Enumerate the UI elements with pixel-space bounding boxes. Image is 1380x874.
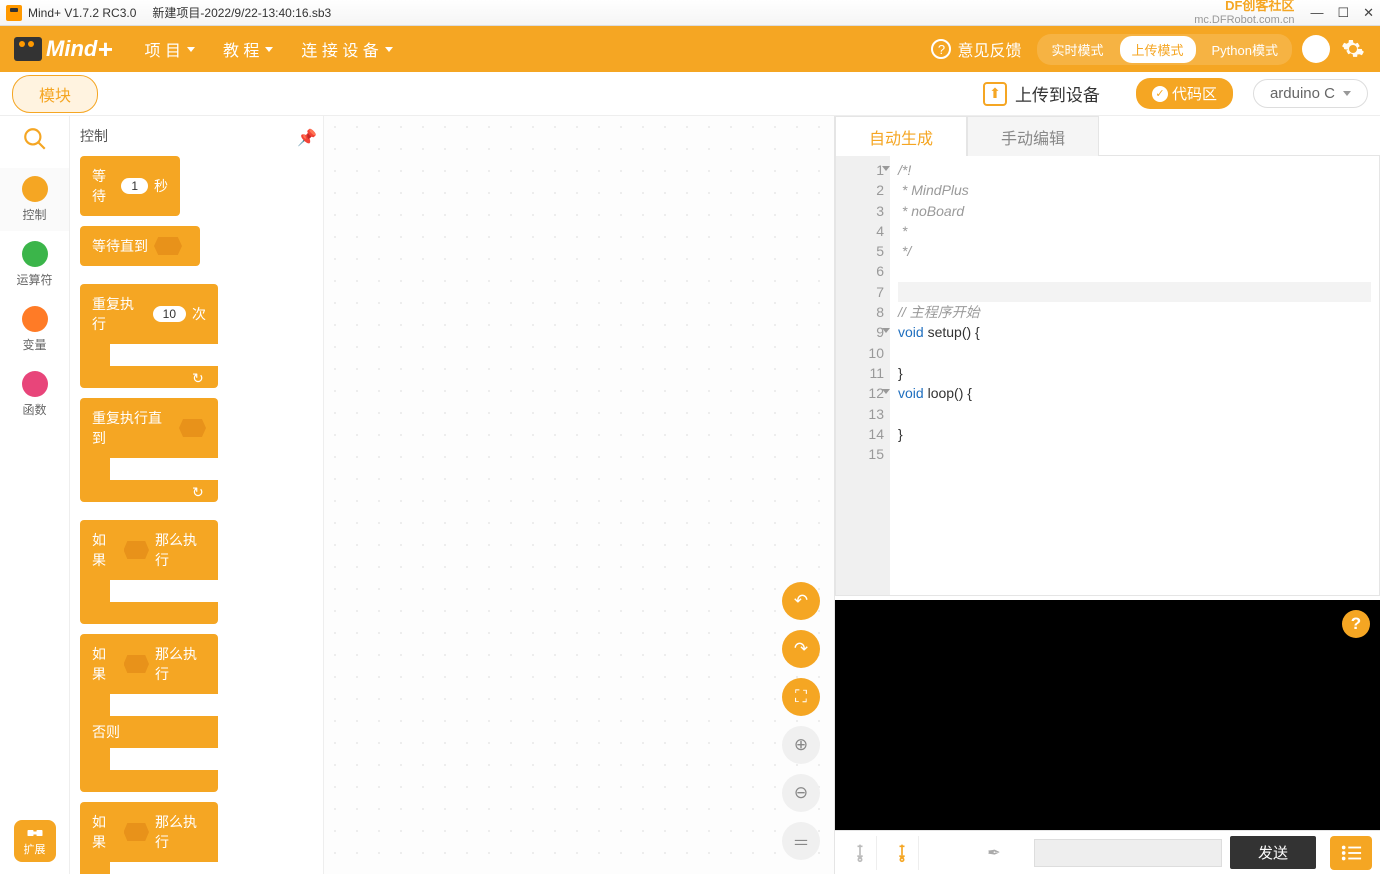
tab-auto[interactable]: 自动生成 bbox=[835, 116, 967, 156]
block-if-plus[interactable]: 如果那么执行 + bbox=[80, 802, 218, 874]
block-repeat-until[interactable]: 重复执行直到 ↻ bbox=[80, 398, 218, 502]
check-icon: ✓ bbox=[1152, 86, 1168, 102]
canvas-controls: ↶ ↷ ⛶ ⊕ ⊖ ＝ bbox=[782, 582, 820, 860]
avatar[interactable] bbox=[1302, 35, 1330, 63]
project-name: 新建项目-2022/9/22-13:40:16.sb3 bbox=[152, 4, 331, 21]
code-content: /*! * MindPlus * noBoard * */ // 主程序开始vo… bbox=[890, 156, 1379, 595]
block-if[interactable]: 如果那么执行 bbox=[80, 520, 218, 624]
code-tabs: 自动生成 手动编辑 bbox=[835, 116, 1380, 156]
gear-icon bbox=[1341, 37, 1365, 61]
search-button[interactable] bbox=[22, 126, 48, 152]
close-button[interactable]: ✕ bbox=[1363, 5, 1374, 21]
send-button[interactable]: 发送 bbox=[1230, 836, 1316, 869]
chevron-down-icon bbox=[385, 47, 393, 52]
mode-realtime[interactable]: 实时模式 bbox=[1039, 36, 1115, 63]
hex-input[interactable] bbox=[124, 655, 150, 673]
logo-icon bbox=[14, 37, 42, 61]
loop-icon: ↻ bbox=[192, 370, 206, 384]
operators-dot-icon bbox=[22, 241, 48, 267]
blocks-panel-title: 控制 bbox=[80, 126, 108, 146]
block-if-else[interactable]: 如果那么执行 否则 bbox=[80, 634, 218, 792]
extensions-button[interactable]: 扩展 bbox=[14, 820, 56, 862]
category-functions[interactable]: 函数 bbox=[0, 363, 69, 426]
menu-icon bbox=[1340, 844, 1362, 862]
main: 控制 运算符 变量 函数 扩展 控制 📌 等待 1 秒 等待直到 重复执行10次… bbox=[0, 116, 1380, 874]
topbar: Mind+ 项 目 教 程 连 接 设 备 ? 意见反馈 实时模式 上传模式 P… bbox=[0, 26, 1380, 72]
watermark: DF创客社区 mc.DFRobot.com.cn bbox=[1194, 0, 1294, 26]
canvas[interactable]: ↶ ↷ ⛶ ⊕ ⊖ ＝ bbox=[324, 116, 835, 874]
console: ? bbox=[835, 596, 1380, 830]
window-controls: — ☐ ✕ bbox=[1310, 5, 1374, 21]
upload-button[interactable]: ⬆ 上传到设备 bbox=[983, 81, 1100, 106]
tab-modules[interactable]: 模块 bbox=[12, 75, 98, 113]
upload-icon: ⬆ bbox=[983, 82, 1007, 106]
toolbar: 模块 ⬆ 上传到设备 ✓ 代码区 arduino C bbox=[0, 72, 1380, 116]
usb-active-icon[interactable] bbox=[885, 836, 919, 870]
search-icon bbox=[22, 126, 48, 152]
usb-icon[interactable] bbox=[843, 836, 877, 870]
block-repeat[interactable]: 重复执行10次 ↻ bbox=[80, 284, 218, 388]
category-operators[interactable]: 运算符 bbox=[0, 233, 69, 296]
brush-icon[interactable]: ✒ bbox=[977, 836, 1011, 870]
gutter: 123456789101112131415 bbox=[836, 156, 890, 595]
console-input[interactable] bbox=[1034, 839, 1222, 867]
settings-button[interactable] bbox=[1340, 36, 1366, 62]
crop-button[interactable]: ⛶ bbox=[782, 678, 820, 716]
block-wait-until[interactable]: 等待直到 bbox=[80, 226, 200, 266]
chevron-down-icon bbox=[187, 47, 195, 52]
menu-connect[interactable]: 连 接 设 备 bbox=[287, 26, 406, 72]
console-menu-button[interactable] bbox=[1330, 836, 1372, 870]
mode-switcher: 实时模式 上传模式 Python模式 bbox=[1037, 34, 1292, 65]
chevron-down-icon bbox=[265, 47, 273, 52]
loop-icon: ↻ bbox=[192, 484, 206, 498]
blocks-panel: 控制 📌 等待 1 秒 等待直到 重复执行10次 ↻ 重复执行直到 ↻ 如果那么… bbox=[70, 116, 324, 874]
code-panel: 自动生成 手动编辑 123456789101112131415 /*! * Mi… bbox=[835, 116, 1380, 874]
app-name: Mind+ V1.7.2 RC3.0 bbox=[28, 6, 136, 20]
console-toolbar: ✒ 发送 bbox=[835, 830, 1380, 874]
tab-manual[interactable]: 手动编辑 bbox=[967, 116, 1099, 156]
menu-project[interactable]: 项 目 bbox=[131, 26, 209, 72]
variables-dot-icon bbox=[22, 306, 48, 332]
zoom-in-button[interactable]: ⊕ bbox=[782, 726, 820, 764]
pin-icon[interactable]: 📌 bbox=[297, 128, 313, 144]
zoom-reset-button[interactable]: ＝ bbox=[782, 822, 820, 860]
logo: Mind+ bbox=[14, 34, 113, 65]
app-icon bbox=[6, 5, 22, 21]
category-sidebar: 控制 运算符 变量 函数 扩展 bbox=[0, 116, 70, 874]
codezone-button[interactable]: ✓ 代码区 bbox=[1136, 78, 1233, 109]
hex-input[interactable] bbox=[179, 419, 206, 437]
titlebar: Mind+ V1.7.2 RC3.0 新建项目-2022/9/22-13:40:… bbox=[0, 0, 1380, 26]
redo-button[interactable]: ↷ bbox=[782, 630, 820, 668]
zoom-out-button[interactable]: ⊖ bbox=[782, 774, 820, 812]
hex-input[interactable] bbox=[124, 823, 150, 841]
menu-tutorial[interactable]: 教 程 bbox=[209, 26, 287, 72]
control-dot-icon bbox=[22, 176, 48, 202]
language-select[interactable]: arduino C bbox=[1253, 79, 1368, 108]
hex-input[interactable] bbox=[154, 237, 182, 255]
wait-input[interactable]: 1 bbox=[121, 178, 148, 194]
maximize-button[interactable]: ☐ bbox=[1337, 5, 1349, 21]
feedback-link[interactable]: ? 意见反馈 bbox=[931, 37, 1021, 61]
question-icon: ? bbox=[931, 39, 951, 59]
block-wait[interactable]: 等待 1 秒 bbox=[80, 156, 180, 216]
mode-upload[interactable]: 上传模式 bbox=[1120, 36, 1196, 63]
mode-python[interactable]: Python模式 bbox=[1200, 36, 1290, 63]
help-button[interactable]: ? bbox=[1342, 610, 1370, 638]
puzzle-icon bbox=[26, 826, 44, 840]
undo-button[interactable]: ↶ bbox=[782, 582, 820, 620]
hex-input[interactable] bbox=[124, 541, 150, 559]
code-editor[interactable]: 123456789101112131415 /*! * MindPlus * n… bbox=[835, 156, 1380, 596]
repeat-input[interactable]: 10 bbox=[153, 306, 186, 322]
category-control[interactable]: 控制 bbox=[0, 168, 69, 231]
minimize-button[interactable]: — bbox=[1310, 5, 1323, 21]
chevron-down-icon bbox=[1343, 91, 1351, 96]
category-variables[interactable]: 变量 bbox=[0, 298, 69, 361]
functions-dot-icon bbox=[22, 371, 48, 397]
